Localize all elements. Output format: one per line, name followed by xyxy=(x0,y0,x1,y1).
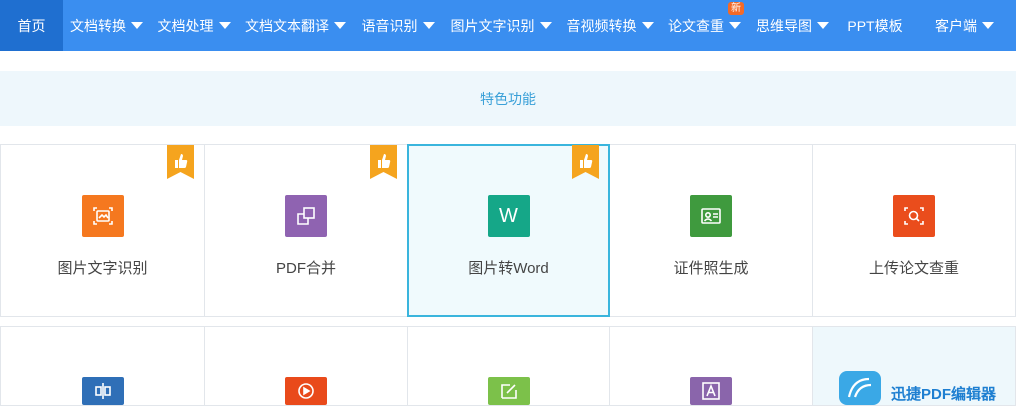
nav-item-speech-recognition[interactable]: 语音识别 xyxy=(353,0,443,51)
feature-card-id-photo[interactable]: 证件照生成 xyxy=(609,144,813,317)
nav-label: 文档文本翻译 xyxy=(245,17,329,34)
nav-item-doc-process[interactable]: 文档处理 xyxy=(150,0,238,51)
chevron-down-icon xyxy=(334,22,346,29)
chevron-down-icon xyxy=(539,22,552,29)
nav-label: 音视频转换 xyxy=(566,17,637,34)
align-icon xyxy=(81,377,124,405)
new-badge: 新 xyxy=(728,2,744,15)
nav-item-ppt-template[interactable]: PPT模板 xyxy=(837,0,913,51)
id-photo-icon xyxy=(690,195,732,237)
pdf-editor-name: 迅捷PDF编辑器 xyxy=(891,386,997,403)
chevron-down-icon xyxy=(817,22,829,29)
image-scan-icon xyxy=(81,195,124,237)
play-icon xyxy=(285,377,327,405)
nav-label: 文档转换 xyxy=(70,17,126,34)
nav-item-doc-convert[interactable]: 文档转换 xyxy=(63,0,150,51)
feature-label: PDF合并 xyxy=(275,260,336,277)
feature-card-paper-check[interactable]: 上传论文查重 xyxy=(812,144,1016,317)
top-nav: 首页 文档转换 文档处理 文档文本翻译 语音识别 图片文字识别 音视频转换 论文… xyxy=(0,0,1016,51)
chevron-down-icon xyxy=(982,22,994,29)
nav-label: 客户端 xyxy=(935,17,977,34)
section-header: 特色功能 xyxy=(0,71,1016,126)
feature-card-pdf-merge[interactable]: PDF合并 xyxy=(204,144,408,317)
merge-icon xyxy=(285,195,327,237)
feature-label: 证件照生成 xyxy=(673,260,749,277)
search-scan-icon xyxy=(893,195,935,237)
nav-label: 思维导图 xyxy=(756,17,812,34)
feature-card[interactable] xyxy=(0,326,205,406)
chevron-down-icon xyxy=(729,22,741,29)
chevron-down-icon xyxy=(422,22,435,29)
nav-item-client[interactable]: 客户端 xyxy=(913,0,1016,51)
feature-row: 迅捷PDF编辑器 xyxy=(0,326,1016,406)
thumbs-up-ribbon-icon xyxy=(370,145,397,179)
nav-item-paper-check[interactable]: 论文查重 新 xyxy=(661,0,748,51)
feature-row: 图片文字识别 PDF合并 W 图片转Word 证件照生成 上传论文查重 xyxy=(0,144,1016,317)
feature-label: 图片转Word xyxy=(468,260,549,277)
nav-item-av-convert[interactable]: 音视频转换 xyxy=(559,0,661,51)
feature-card[interactable] xyxy=(204,326,408,406)
nav-label: 文档处理 xyxy=(157,17,214,34)
nav-item-mindmap[interactable]: 思维导图 xyxy=(748,0,837,51)
nav-item-image-ocr[interactable]: 图片文字识别 xyxy=(443,0,559,51)
word-icon: W xyxy=(487,195,530,237)
chevron-down-icon xyxy=(641,22,654,29)
nav-label: 图片文字识别 xyxy=(450,17,535,34)
chevron-down-icon xyxy=(131,22,143,29)
feature-card[interactable] xyxy=(609,326,813,406)
nav-label: 语音识别 xyxy=(361,17,418,34)
chevron-down-icon xyxy=(218,22,231,29)
text-icon xyxy=(690,377,732,405)
section-title: 特色功能 xyxy=(480,90,536,107)
feature-card-image-to-word[interactable]: W 图片转Word xyxy=(407,144,610,317)
feature-label: 图片文字识别 xyxy=(57,260,148,277)
thumbs-up-ribbon-icon xyxy=(572,145,599,179)
pdf-editor-banner[interactable]: 迅捷PDF编辑器 xyxy=(812,326,1016,406)
nav-item-doc-translate[interactable]: 文档文本翻译 xyxy=(238,0,353,51)
thumbs-up-ribbon-icon xyxy=(167,145,194,179)
feature-card[interactable] xyxy=(407,326,610,406)
nav-label: PPT模板 xyxy=(847,17,903,34)
nav-label: 首页 xyxy=(17,17,46,34)
nav-label: 论文查重 xyxy=(668,17,724,34)
feature-card-image-ocr[interactable]: 图片文字识别 xyxy=(0,144,205,317)
feature-label: 上传论文查重 xyxy=(868,260,959,277)
edit-icon xyxy=(487,377,530,405)
nav-item-home[interactable]: 首页 xyxy=(0,0,63,51)
